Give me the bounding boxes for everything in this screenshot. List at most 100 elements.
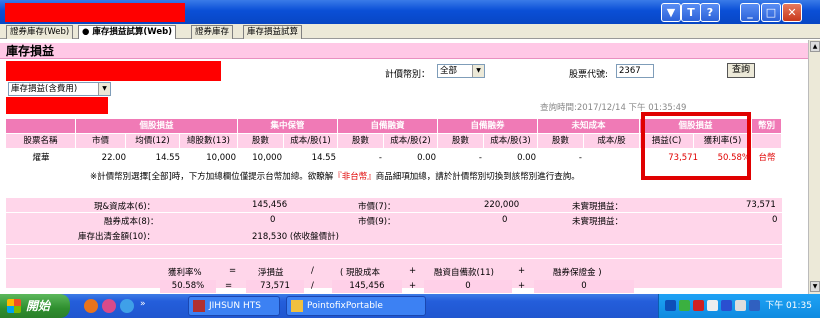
- sec-cost-value: 0: [270, 215, 276, 225]
- dropdown-icon[interactable]: ▼: [661, 3, 681, 22]
- tray-icon[interactable]: [693, 300, 704, 311]
- cell-currency: 台幣: [758, 153, 776, 163]
- formula-deposit-label: 融券保證金 ): [553, 268, 602, 278]
- ie-icon[interactable]: [120, 299, 134, 313]
- formula-plus: +: [409, 266, 417, 276]
- cell-sec-cost: 0.00: [517, 153, 536, 163]
- cell-avg: 14.55: [155, 153, 180, 163]
- outgoing-label: 庫存出清金額(10)：: [78, 232, 155, 242]
- unrealized-value-2: 0: [772, 215, 778, 225]
- query-button[interactable]: 查詢: [727, 63, 755, 78]
- tray-icon[interactable]: [721, 300, 732, 311]
- formula-plus-3: +: [409, 281, 417, 291]
- col-header: 股數: [238, 134, 284, 148]
- tray-icon[interactable]: [735, 300, 746, 311]
- scroll-down-icon[interactable]: ▼: [810, 281, 820, 292]
- tray-icon[interactable]: [665, 300, 676, 311]
- vertical-scrollbar[interactable]: ▲ ▼: [808, 40, 820, 294]
- stock-code-input[interactable]: 2367: [616, 64, 654, 78]
- group-header: 未知成本: [538, 119, 640, 133]
- note-text: ※計價幣別選擇[全部]時，下方加總欄位僅提示台幣加總。欲瞭解: [90, 172, 334, 182]
- group-header: 自備融資: [338, 119, 438, 133]
- filter-select-value: 庫存損益(含費用): [11, 84, 78, 94]
- unrealized-value: 73,571: [746, 200, 776, 210]
- help-icon[interactable]: ?: [700, 3, 720, 22]
- filter-select[interactable]: 庫存損益(含費用) ▼: [8, 82, 111, 96]
- group-header: 個股損益: [76, 119, 238, 133]
- cell-fin-cost: 0.00: [417, 153, 436, 163]
- page-title-bar: 庫存損益: [0, 43, 808, 59]
- formula-margin-label: 融資自備款(11): [434, 268, 494, 278]
- outgoing-value: 218,530 (依收盤價計): [252, 232, 339, 242]
- t-icon[interactable]: T: [681, 3, 701, 22]
- app-icon[interactable]: [102, 299, 116, 313]
- tray-icon[interactable]: [679, 300, 690, 311]
- app-icon: [193, 300, 205, 312]
- taskbar: 開始 » JIHSUN HTS PointofixPortable 下午 01:…: [0, 294, 820, 318]
- highlight-box: [641, 112, 751, 180]
- mv7-value: 220,000: [484, 200, 520, 210]
- roi-formula: 獲利率% = 淨損益 / ( 現股成本 + 融資自備款(11) + 融券保證金 …: [0, 266, 808, 294]
- scroll-up-icon[interactable]: ▲: [810, 41, 820, 52]
- formula-cost-value: 145,456: [332, 280, 402, 293]
- col-header-blank: [752, 134, 782, 148]
- formula-net-value: 73,571: [246, 280, 304, 293]
- formula-roi-value: 50.58%: [160, 280, 216, 293]
- tray-icon[interactable]: [707, 300, 718, 311]
- col-header: 總股數(13): [180, 134, 238, 148]
- tab-inventory-pl-web[interactable]: ● 庫存損益試算(Web): [78, 25, 177, 39]
- formula-roi-label: 獲利率%: [168, 268, 202, 278]
- maximize-button[interactable]: □: [761, 3, 781, 22]
- close-button[interactable]: ✕: [782, 3, 802, 22]
- mv9-label: 市價(9)：: [358, 217, 396, 227]
- tab-inventory-pl[interactable]: 庫存損益試算: [243, 25, 303, 39]
- col-header: 成本/股(2): [384, 134, 438, 148]
- formula-cost-label: ( 現股成本: [340, 268, 381, 278]
- sec-cost-label: 融券成本(8)：: [104, 217, 159, 227]
- redacted-title: [5, 3, 185, 22]
- stock-code-label: 股票代號:: [569, 70, 609, 80]
- col-header: 市價: [76, 134, 126, 148]
- currency-select-value: 全部: [440, 66, 458, 76]
- formula-plus-2: +: [518, 266, 526, 276]
- cash-cost-value: 145,456: [252, 200, 288, 210]
- mv7-label: 市價(7)：: [358, 202, 396, 212]
- task-label: JIHSUN HTS: [209, 301, 261, 311]
- cell-name: 燿華: [32, 153, 50, 163]
- redacted-account: [6, 61, 221, 81]
- col-header: 股票名稱: [6, 134, 76, 148]
- cell-price: 22.00: [101, 153, 126, 163]
- group-header-blank: [6, 119, 76, 133]
- start-label: 開始: [26, 299, 51, 313]
- tab-bar: 證券庫存(Web) ● 庫存損益試算(Web) 證券庫存 庫存損益試算: [0, 24, 820, 39]
- note-text-2: 商品細項加總，請於計價幣別切換到該幣別進行查詢。: [375, 172, 580, 182]
- application-window: ▼ T ? _ □ ✕ 證券庫存(Web) ● 庫存損益試算(Web) 證券庫存…: [0, 0, 820, 294]
- taskbar-item-jihsun[interactable]: JIHSUN HTS: [188, 296, 280, 316]
- unrealized-label-2: 未實現損益：: [572, 217, 624, 227]
- cell-unk-shares: -: [578, 153, 582, 163]
- start-button[interactable]: 開始: [0, 294, 70, 318]
- system-tray: 下午 01:35: [658, 294, 820, 318]
- currency-label: 計價幣別：: [385, 70, 431, 80]
- formula-plus-4: +: [518, 281, 526, 291]
- clock[interactable]: 下午 01:35: [765, 294, 812, 318]
- task-label: PointofixPortable: [307, 301, 383, 311]
- formula-deposit-value: 0: [534, 280, 634, 293]
- cell-total-shares: 10,000: [206, 153, 236, 163]
- group-header: 幣別: [752, 119, 782, 133]
- taskbar-item-pointofix[interactable]: PointofixPortable: [286, 296, 426, 316]
- tab-stock-inventory-web[interactable]: 證券庫存(Web): [6, 25, 74, 39]
- currency-select[interactable]: 全部 ▼: [437, 64, 485, 78]
- windows-logo-icon: [7, 299, 21, 313]
- tab-stock-inventory[interactable]: 證券庫存: [191, 25, 234, 39]
- col-header: 均價(12): [126, 134, 180, 148]
- formula-div-2: /: [311, 281, 314, 291]
- col-header: 成本/股: [584, 134, 640, 148]
- mv9-value: 0: [502, 215, 508, 225]
- formula-net-label: 淨損益: [258, 268, 284, 278]
- tray-icon[interactable]: [749, 300, 760, 311]
- minimize-button[interactable]: _: [740, 3, 760, 22]
- group-header: 自備融券: [438, 119, 538, 133]
- more-icon[interactable]: »: [140, 299, 146, 309]
- firefox-icon[interactable]: [84, 299, 98, 313]
